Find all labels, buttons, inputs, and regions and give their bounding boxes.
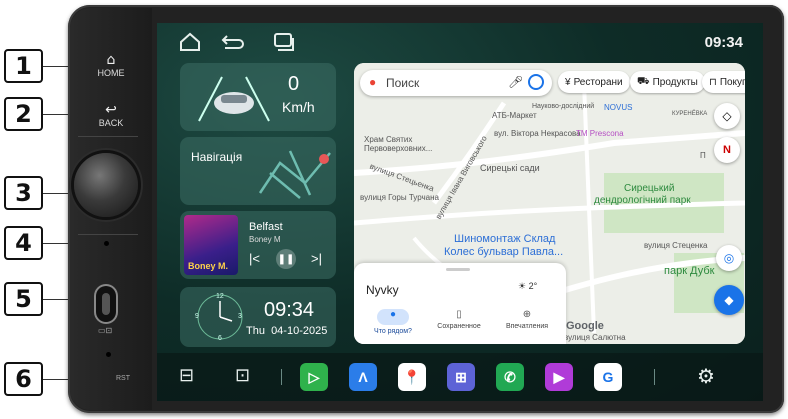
track-title: Belfast [249, 221, 283, 233]
chip-groceries[interactable]: ⛟ Продукты [630, 71, 705, 93]
digital-time: 09:34 [264, 299, 315, 321]
back-hardware-button[interactable]: ↩ BACK [76, 102, 146, 128]
home-icon: ⌂ [106, 52, 116, 68]
my-location-button[interactable]: ◎ [716, 245, 742, 271]
callout-1: 1 [4, 49, 43, 83]
weather-chip: ☀ 2° [518, 281, 538, 291]
play-app-icon[interactable]: ▶ [545, 363, 573, 391]
search-input[interactable]: Поиск [386, 76, 419, 90]
maps-pin-icon: ● [369, 75, 377, 89]
app-dock: ⊟ ⊡ ▷ Λ 📍 ⊞ ✆ ▶ G ⚙ [157, 353, 763, 401]
bottom-sheet[interactable]: Nyvky ☀ 2° ● Что рядом? ▯ Сохраненное ⊕ … [354, 263, 566, 344]
chip-shopping[interactable]: ⊓Покупки [702, 71, 745, 93]
recents-nav-icon[interactable] [273, 32, 295, 57]
split-screen-icon[interactable]: ⊟ [179, 365, 194, 386]
track-artist: Boney M [249, 235, 281, 244]
layers-button[interactable]: ◇ [714, 103, 740, 129]
music-card[interactable]: Boney M. Belfast Boney M |< ❚❚ >| [180, 211, 336, 279]
volume-knob[interactable] [74, 153, 138, 217]
map-view[interactable]: ● Поиск 🎤︎ ¥Ресторани ⛟Продукты ⊓Покупки… [354, 63, 745, 344]
callout-4: 4 [4, 226, 43, 260]
navigation-card[interactable]: Навігація [180, 137, 336, 205]
cart-icon: ⛟ [637, 75, 650, 87]
callout-6: 6 [4, 362, 43, 396]
compass-button[interactable]: N [714, 137, 740, 163]
place-name: Nyvky [366, 283, 399, 297]
clock-date: Thu 04-10-2025 [246, 325, 328, 337]
carplay-app-icon[interactable]: ▷ [300, 363, 328, 391]
screen: 09:34 0 Km/h Навігація Boney M. Belfast … [157, 23, 763, 401]
rst-label: RST [116, 375, 130, 382]
usb-icon: ▭⊡ [98, 326, 113, 335]
album-art: Boney M. [184, 215, 238, 275]
bookmark-icon: ▯ [456, 309, 462, 320]
google-logo: Google [566, 320, 604, 332]
speed-unit: Km/h [282, 99, 315, 115]
status-time: 09:34 [704, 34, 743, 51]
screenshot-icon[interactable]: ⊡ [235, 365, 250, 386]
home-label: HOME [97, 68, 125, 78]
speed-value: 0 [288, 73, 300, 95]
navigation-label: Навігація [191, 150, 243, 164]
bag-icon: ⊓ [709, 76, 717, 88]
callout-5: 5 [4, 282, 43, 316]
previous-track-button[interactable]: |< [249, 251, 260, 266]
callout-2: 2 [4, 97, 43, 131]
callout-3: 3 [4, 176, 43, 210]
tab-contribute[interactable]: ⊕ Впечатления [494, 309, 560, 330]
back-nav-icon[interactable] [221, 33, 245, 56]
tab-nearby[interactable]: ● Что рядом? [360, 309, 426, 335]
car-icon [198, 76, 270, 122]
next-track-button[interactable]: >| [311, 251, 322, 266]
back-icon: ↩ [105, 102, 117, 118]
reset-hole[interactable] [106, 352, 111, 357]
maps-app-icon[interactable]: 📍 [398, 363, 426, 391]
microphone-hole [104, 241, 109, 246]
home-hardware-button[interactable]: ⌂ HOME [76, 52, 146, 78]
phone-app-icon[interactable]: ✆ [496, 363, 524, 391]
utensils-icon: ¥ [565, 76, 571, 88]
add-icon: ⊕ [522, 309, 532, 320]
google-app-icon[interactable]: G [594, 363, 622, 391]
account-icon[interactable] [528, 74, 544, 90]
nav-app-icon[interactable]: Λ [349, 363, 377, 391]
mic-icon[interactable]: 🎤︎ [508, 75, 523, 89]
chip-restaurants[interactable]: ¥ Ресторани [558, 71, 630, 93]
location-pin-icon: ● [377, 309, 409, 325]
search-bar[interactable]: ● Поиск 🎤︎ [360, 70, 552, 96]
tab-saved[interactable]: ▯ Сохраненное [426, 309, 492, 330]
settings-gear-icon[interactable]: ⚙ [697, 364, 715, 389]
clock-card[interactable]: 12 3 6 9 09:34 Thu 04-10-2025 [180, 287, 336, 347]
status-bar: 09:34 [157, 23, 763, 65]
home-nav-icon[interactable] [179, 32, 201, 57]
apps-grid-app-icon[interactable]: ⊞ [447, 363, 475, 391]
directions-button[interactable]: ◆ [714, 285, 744, 315]
back-label: BACK [98, 118, 124, 128]
speed-card[interactable]: 0 Km/h [180, 63, 336, 131]
route-map-icon [258, 150, 331, 199]
usb-c-port[interactable] [96, 286, 116, 322]
pause-button[interactable]: ❚❚ [276, 249, 296, 269]
